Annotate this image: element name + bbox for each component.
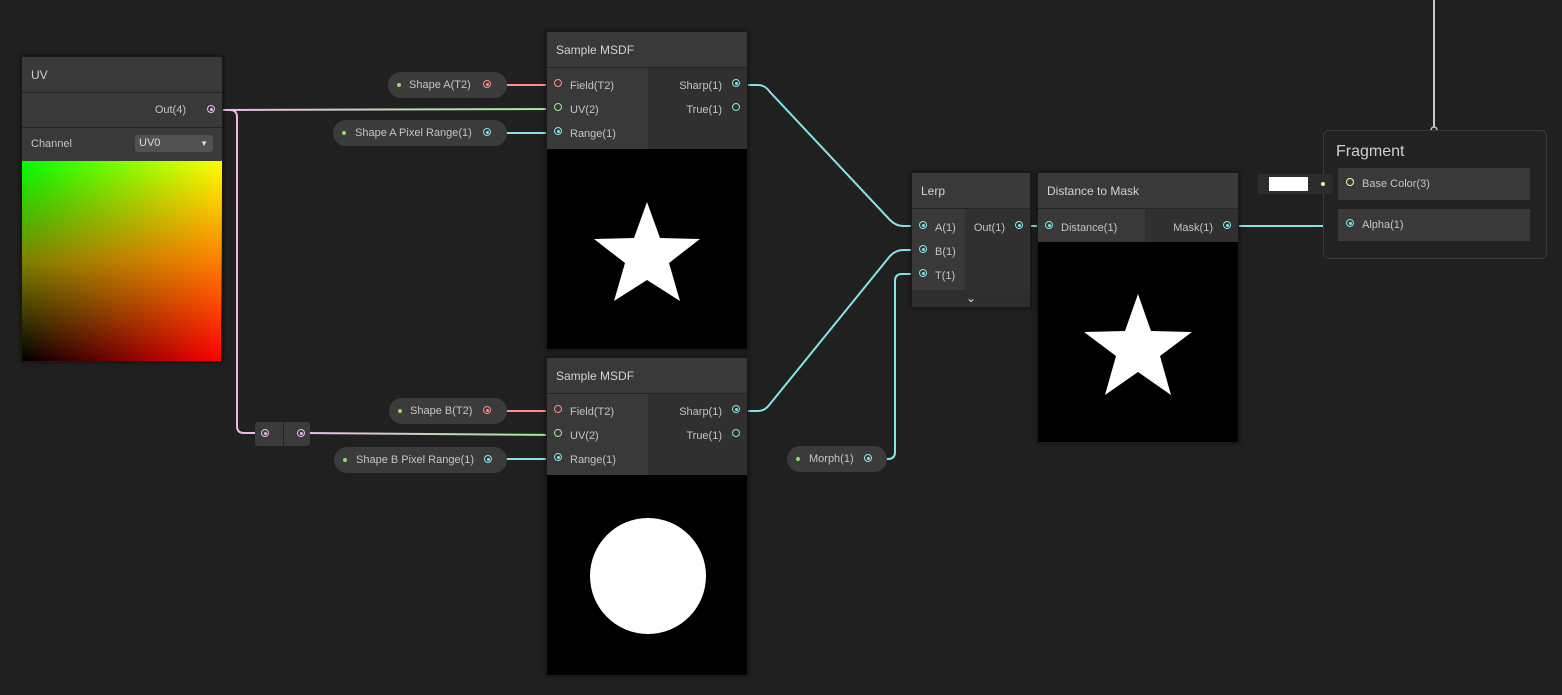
sample-msdf-a-node[interactable]: Sample MSDF Field(T2) UV(2) Range(1) Sha… <box>546 31 748 350</box>
wire-uv-b <box>303 432 559 436</box>
port-label: Out(1) <box>973 222 1005 234</box>
true-port[interactable] <box>732 103 740 111</box>
port-label: Field(T2) <box>570 406 615 418</box>
range-port[interactable] <box>554 127 562 135</box>
uv-preview-y <box>22 161 221 361</box>
uv-out-port-label: Out(4) <box>154 104 186 116</box>
port-label: Sharp(1) <box>679 80 722 92</box>
port-label: Distance(1) <box>1061 222 1118 234</box>
node-title: UV <box>22 57 222 93</box>
property-shape-b[interactable]: Shape B(T2) <box>389 398 507 424</box>
preview-circle <box>547 475 747 675</box>
property-shape-b-range[interactable]: Shape B Pixel Range(1) <box>334 447 507 473</box>
property-port[interactable] <box>483 406 491 414</box>
property-port[interactable] <box>483 128 491 136</box>
redirect-in-port[interactable] <box>261 429 269 437</box>
property-shape-a-range[interactable]: Shape A Pixel Range(1) <box>333 120 507 146</box>
sample-msdf-b-node[interactable]: Sample MSDF Field(T2) UV(2) Range(1) Sha… <box>546 357 748 676</box>
property-label: Shape A(T2) <box>409 79 471 91</box>
port-label: A(1) <box>935 222 956 234</box>
range-port[interactable] <box>554 453 562 461</box>
uv-port[interactable] <box>554 429 562 437</box>
color-port-dot <box>1321 182 1325 186</box>
sharp-port[interactable] <box>732 79 740 87</box>
wire-uv-a <box>211 108 559 111</box>
port-label: Sharp(1) <box>679 406 722 418</box>
true-port[interactable] <box>732 429 740 437</box>
wires <box>211 0 1438 460</box>
wire-sharp-a-lerp <box>738 84 923 227</box>
block-alpha[interactable]: Alpha(1) <box>1338 209 1530 241</box>
channel-label: Channel <box>31 138 72 150</box>
port-label: T(1) <box>935 270 956 282</box>
lerp-node[interactable]: Lerp A(1) B(1) T(1) Out(1) ⌄ <box>911 172 1031 308</box>
property-port[interactable] <box>483 80 491 88</box>
t-port[interactable] <box>919 269 927 277</box>
base-color-port[interactable] <box>1346 178 1354 186</box>
property-port[interactable] <box>484 455 492 463</box>
sharp-port[interactable] <box>732 405 740 413</box>
node-title: Lerp <box>912 173 1030 209</box>
mask-port[interactable] <box>1223 221 1231 229</box>
base-color-input[interactable] <box>1258 174 1333 194</box>
property-label: Shape B Pixel Range(1) <box>356 454 475 466</box>
property-port[interactable] <box>864 454 872 462</box>
field-port[interactable] <box>554 405 562 413</box>
node-title: Sample MSDF <box>547 32 747 68</box>
property-label: Shape A Pixel Range(1) <box>355 127 472 139</box>
block-label: Base Color(3) <box>1362 178 1430 190</box>
port-label: UV(2) <box>570 104 599 116</box>
property-label: Shape B(T2) <box>410 405 473 417</box>
redirect-node[interactable] <box>255 422 310 446</box>
port-label: Range(1) <box>570 128 616 140</box>
uv-port[interactable] <box>554 103 562 111</box>
port-label: Range(1) <box>570 454 616 466</box>
port-label: Mask(1) <box>1173 222 1213 234</box>
a-port[interactable] <box>919 221 927 229</box>
property-label: Morph(1) <box>809 453 854 465</box>
distance-to-mask-node[interactable]: Distance to Mask Distance(1) Mask(1) <box>1037 172 1239 443</box>
distance-port[interactable] <box>1045 221 1053 229</box>
fragment-context[interactable]: Fragment Base Color(3) Alpha(1) <box>1323 130 1547 259</box>
field-port[interactable] <box>554 79 562 87</box>
port-label: True(1) <box>686 430 722 442</box>
uv-out-port[interactable] <box>207 105 215 113</box>
property-morph[interactable]: Morph(1) <box>787 446 887 472</box>
channel-dropdown[interactable]: UV0 ▼ <box>135 135 213 152</box>
block-label: Alpha(1) <box>1362 219 1404 231</box>
node-title: Sample MSDF <box>547 358 747 394</box>
block-base-color[interactable]: Base Color(3) <box>1338 168 1530 200</box>
port-label: True(1) <box>686 104 722 116</box>
preview-star <box>1038 242 1238 442</box>
node-title: Distance to Mask <box>1038 173 1238 209</box>
b-port[interactable] <box>919 245 927 253</box>
port-label: Field(T2) <box>570 80 615 92</box>
port-label: UV(2) <box>570 430 599 442</box>
port-label: B(1) <box>935 246 956 258</box>
context-title: Fragment <box>1336 143 1405 160</box>
expand-chevron-icon[interactable]: ⌄ <box>912 290 1030 307</box>
redirect-out-port[interactable] <box>297 429 305 437</box>
dropdown-arrow-icon: ▼ <box>200 139 208 148</box>
alpha-port[interactable] <box>1346 219 1354 227</box>
preview-star <box>547 149 747 349</box>
property-shape-a[interactable]: Shape A(T2) <box>388 72 507 98</box>
color-swatch[interactable] <box>1269 177 1308 191</box>
out-port[interactable] <box>1015 221 1023 229</box>
channel-value: UV0 <box>139 137 161 149</box>
